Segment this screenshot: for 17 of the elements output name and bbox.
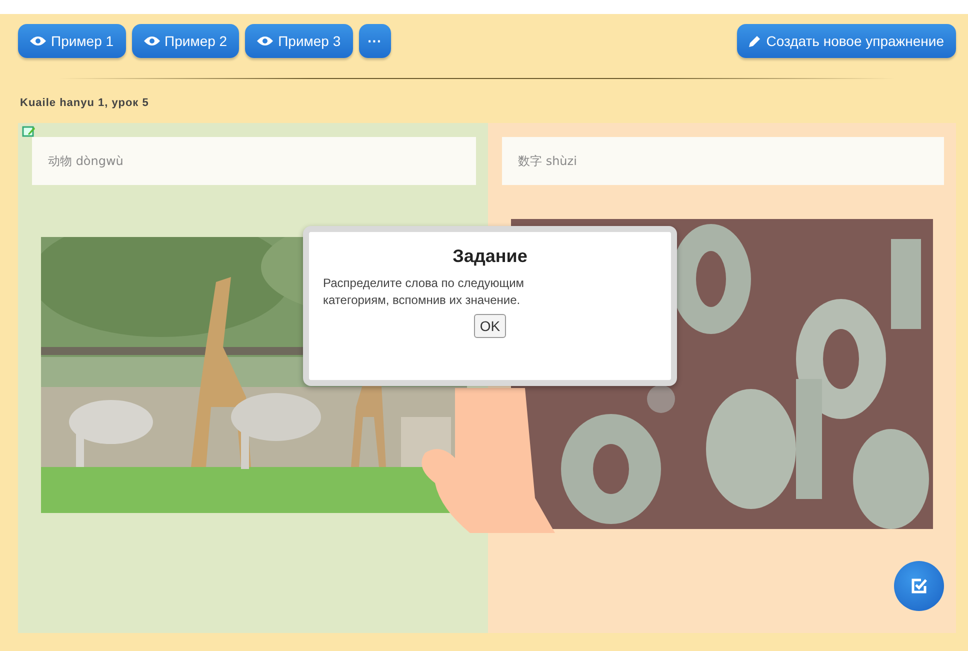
dialog-message: Распределите слова по следующим категориям, вспомнив их значение. [323,275,526,310]
category-field: 数字 shùzi [502,137,944,185]
lesson-title: Kuaile hanyu 1, урок 5 [20,97,150,109]
pencil-icon [749,35,762,47]
eye-icon [144,36,160,46]
eye-icon [257,36,274,46]
ok-button[interactable]: OK [474,314,506,338]
eye-icon [30,36,46,46]
example-button[interactable]: Пример 2 [132,24,240,58]
create-exercise-button[interactable]: Создать новое упражнение [737,24,956,58]
example-button[interactable]: Пример 3 [245,24,353,58]
dialog-title: Задание [452,246,528,267]
category-field: 动物 dòngwù [32,137,476,185]
edit-icon [22,125,36,139]
checkbox-icon [909,576,929,596]
more-button[interactable]: ··· [358,24,391,58]
example-button[interactable]: Пример 1 [18,24,126,58]
